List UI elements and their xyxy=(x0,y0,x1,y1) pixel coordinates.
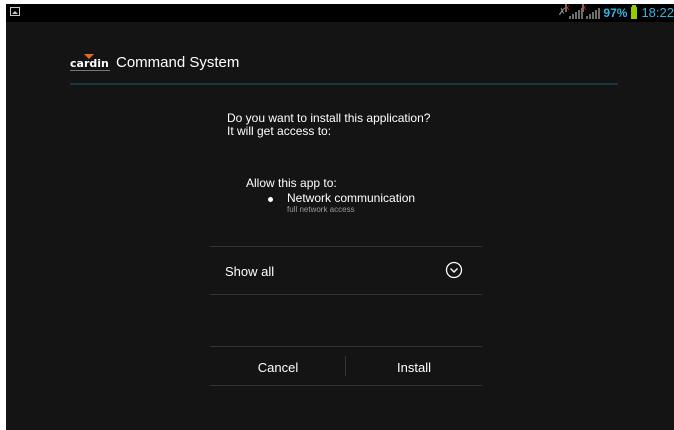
prompt-line-2: It will get access to: xyxy=(227,124,332,138)
battery-percent: 97% xyxy=(603,6,628,20)
signal-no-sim-icon: x xyxy=(565,3,584,19)
signal-icon: x xyxy=(582,3,601,19)
bullet-icon xyxy=(268,197,273,202)
clock: 18:22 xyxy=(641,5,674,20)
divider-middle xyxy=(210,294,482,295)
show-all-label: Show all xyxy=(225,264,275,279)
image-notification-icon xyxy=(10,7,20,16)
logo-text: cardin xyxy=(70,57,109,70)
show-all-row[interactable]: Show all xyxy=(210,247,482,294)
logo-underline xyxy=(70,70,110,71)
header-divider xyxy=(70,83,618,85)
install-dialog: cardin Command System Do you want to ins… xyxy=(6,22,674,430)
install-prompt: Do you want to install this application?… xyxy=(227,112,430,138)
app-title: Command System xyxy=(116,54,240,71)
permissions-heading: Allow this app to: xyxy=(246,176,337,190)
status-bar: ✗ x x 97% 18:22 xyxy=(6,3,674,22)
permission-description: full network access xyxy=(287,205,355,214)
cardin-logo: cardin xyxy=(70,54,110,72)
chevron-down-circle-icon[interactable] xyxy=(445,261,463,279)
status-icons: ✗ x x 97% 18:22 xyxy=(558,3,674,22)
divider-buttons-bottom xyxy=(210,385,482,386)
cancel-button[interactable]: Cancel xyxy=(210,347,346,387)
install-button[interactable]: Install xyxy=(346,347,482,387)
battery-icon xyxy=(631,5,638,19)
screen: ✗ x x 97% 18:22 cardin Command System Do… xyxy=(0,0,674,430)
permission-name: Network communication xyxy=(287,191,416,205)
app-header: cardin Command System xyxy=(70,50,239,76)
